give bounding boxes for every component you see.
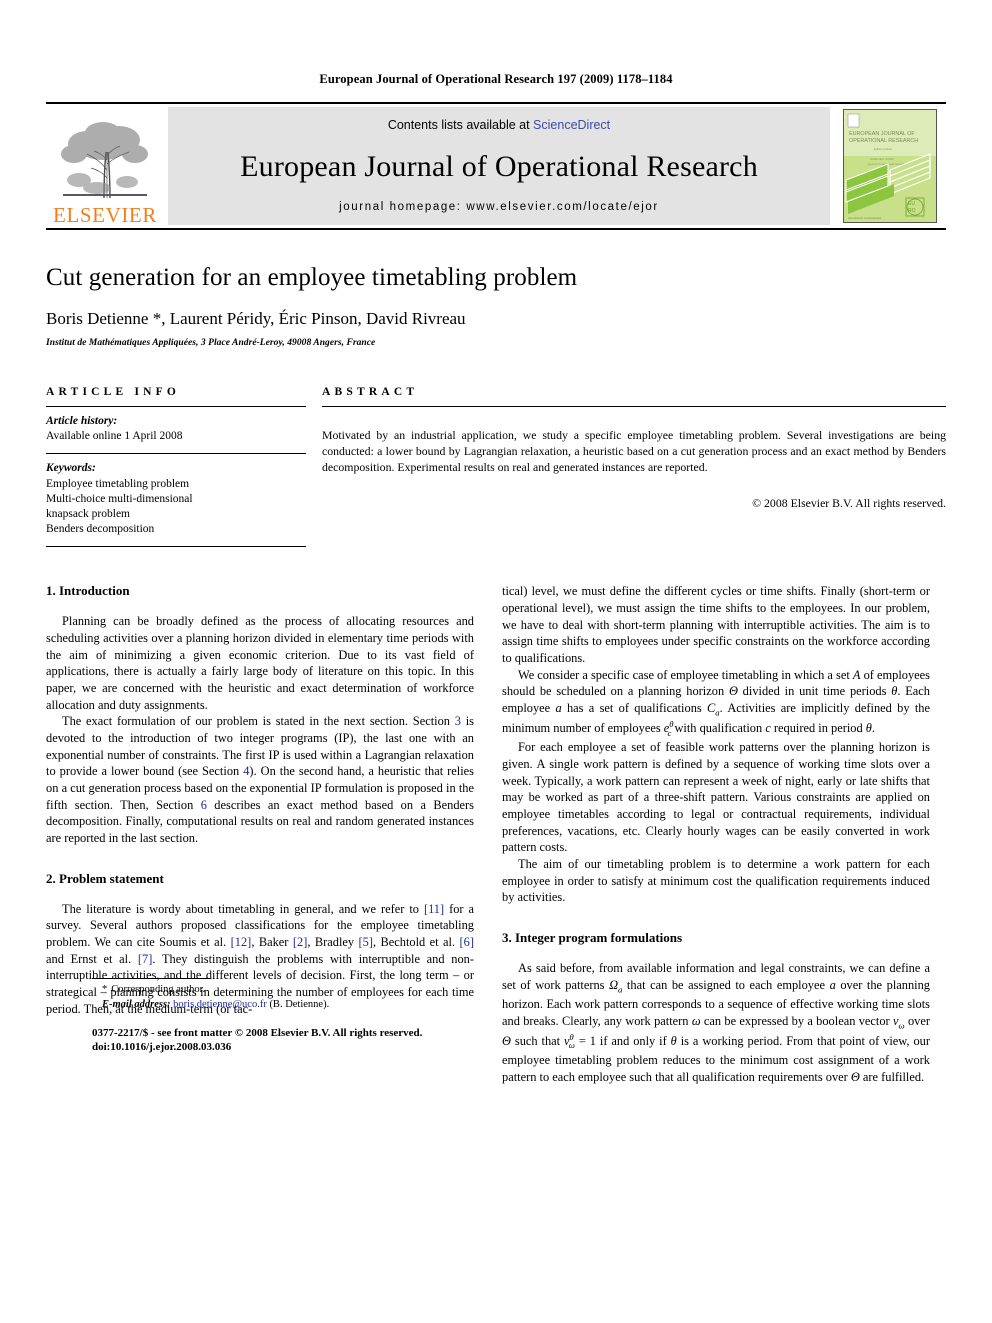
elsevier-tree-icon	[61, 122, 148, 199]
masthead-band: Contents lists available at ScienceDirec…	[168, 107, 830, 225]
abstract-column: ABSTRACT Motivated by an industrial appl…	[306, 386, 946, 547]
right-paragraph-4: The aim of our timetabling problem is to…	[502, 857, 930, 905]
svg-text:Editor-in-Chief: Editor-in-Chief	[874, 147, 892, 151]
sciencedirect-link[interactable]: ScienceDirect	[533, 118, 610, 132]
right-p2-part-e: has a set of qualifications	[561, 700, 708, 715]
article-page: European Journal of Operational Research…	[0, 0, 992, 1323]
author-list: Boris Detienne *, Laurent Péridy, Éric P…	[46, 309, 466, 328]
intro-paragraph-1: Planning can be broadly defined as the p…	[46, 614, 474, 712]
divider-abstract-top	[322, 406, 946, 407]
cover-frame: EUROPEAN JOURNAL OF OPERATIONAL RESEARCH…	[843, 109, 937, 223]
problem-p1-part-f: and Ernst et al.	[46, 951, 138, 966]
right-p5-part-d: can be expressed by a boolean vector	[700, 1013, 894, 1028]
right-paragraph-2: We consider a specific case of employee …	[502, 667, 930, 740]
abstract-heading: ABSTRACT	[322, 386, 419, 398]
cover-artwork-icon: EUROPEAN JOURNAL OF OPERATIONAL RESEARCH…	[844, 110, 936, 222]
issn-copyright-block: 0377-2217/$ - see front matter © 2008 El…	[92, 1026, 520, 1056]
corresponding-author-line: * Corresponding author.	[92, 983, 520, 998]
math-horizon-Theta: Θ	[728, 684, 738, 699]
title-block: Cut generation for an employee timetabli…	[46, 230, 946, 348]
article-history-label: Article history:	[46, 415, 118, 427]
page-title: Cut generation for an employee timetabli…	[46, 264, 578, 291]
problem-p1-part-d: , Bradley	[307, 934, 359, 949]
running-head: European Journal of Operational Research…	[319, 72, 673, 86]
math-patternset-Omega: Ω	[609, 977, 619, 992]
right-p5-part-b: that can be assigned to each employee	[622, 977, 830, 992]
svg-text:EU: EU	[908, 201, 915, 207]
info-abstract-row: ARTICLE INFO Article history: Available …	[46, 386, 946, 548]
elsevier-wordmark: ELSEVIER	[53, 203, 157, 227]
abstract-text: Motivated by an industrial application, …	[322, 427, 946, 474]
intro-paragraph-2: The exact formulation of our problem is …	[46, 713, 474, 846]
svg-text:www.elsevier.com/locate/ejor: www.elsevier.com/locate/ejor	[848, 216, 881, 220]
abstract-copyright: © 2008 Elsevier B.V. All rights reserved…	[752, 495, 946, 510]
right-p2-part-c: divided in unit time periods	[737, 684, 892, 699]
email-suffix: (B. Detienne).	[269, 998, 330, 1010]
right-paragraph-1: tical) level, we must define the differe…	[502, 584, 930, 665]
right-paragraph-3: For each employee a set of feasible work…	[502, 740, 930, 855]
intro-p2-part-a: The exact formulation of our problem is …	[62, 714, 455, 729]
svg-text:ELSEVIER / EURO: ELSEVIER / EURO	[870, 157, 895, 161]
doi-line[interactable]: doi:10.1016/j.ejor.2008.03.036	[92, 1040, 520, 1055]
section-heading-introduction: 1. Introduction	[46, 583, 130, 599]
keyword-item: Employee timetabling problem	[46, 477, 190, 490]
journal-title: European Journal of Operational Research	[240, 149, 758, 183]
right-p5-part-i: are fulfilled.	[859, 1069, 925, 1084]
citation-ref-7[interactable]: [7]	[138, 952, 152, 966]
contents-available-line: Contents lists available at ScienceDirec…	[388, 118, 610, 132]
journal-cover-thumbnail: EUROPEAN JOURNAL OF OPERATIONAL RESEARCH…	[834, 104, 946, 228]
email-label: E-mail address:	[102, 998, 171, 1010]
problem-p1-part-e: , Bechtold et al.	[372, 934, 460, 949]
svg-text:OPERATIONAL RESEARCH: OPERATIONAL RESEARCH	[849, 138, 918, 144]
right-p2-part-i: .	[871, 721, 875, 736]
math-horizon-Theta-3: Θ	[850, 1069, 860, 1084]
section-heading-problem-statement: 2. Problem statement	[46, 870, 164, 886]
corresponding-author-text: Corresponding author.	[111, 984, 206, 996]
citation-ref-2[interactable]: [2]	[293, 935, 307, 949]
left-column: 1. Introduction Planning can be broadly …	[46, 583, 474, 1085]
right-paragraph-5: As said before, from available informati…	[502, 960, 930, 1085]
problem-p1-part-c: , Baker	[251, 934, 293, 949]
issn-line: 0377-2217/$ - see front matter © 2008 El…	[92, 1026, 423, 1039]
email-link[interactable]: boris.detienne@uco.fr	[173, 999, 267, 1010]
email-line: E-mail address: boris.detienne@uco.fr (B…	[92, 998, 520, 1013]
section-heading-integer-program-formulations: 3. Integer program formulations	[502, 930, 683, 946]
citation-ref-12[interactable]: [12]	[231, 935, 252, 949]
svg-text:RO: RO	[908, 208, 916, 214]
article-info-column: ARTICLE INFO Article history: Available …	[46, 386, 306, 548]
problem-p1-part-a: The literature is wordy about timetablin…	[62, 901, 424, 916]
right-p2-part-g: with qualification	[671, 721, 766, 736]
svg-text:EUROPEAN JOURNAL OF: EUROPEAN JOURNAL OF	[849, 131, 915, 137]
right-p2-part-a: We consider a specific case of employee …	[518, 667, 853, 682]
keywords-group: Keywords: Employee timetabling problem M…	[46, 454, 306, 546]
article-history-group: Article history: Available online 1 Apri…	[46, 407, 306, 453]
math-pattern-omega: ω	[691, 1013, 701, 1028]
contents-prefix: Contents lists available at	[387, 118, 534, 132]
affiliation: Institut de Mathématiques Appliquées, 3 …	[46, 338, 376, 348]
right-p5-part-f: such that	[510, 1033, 565, 1048]
article-history-value: Available online 1 April 2008	[46, 430, 183, 443]
right-p5-part-e: over	[904, 1013, 930, 1028]
keyword-item: knapsack problem	[46, 507, 130, 520]
journal-homepage-link[interactable]: journal homepage: www.elsevier.com/locat…	[339, 201, 659, 213]
keywords-label: Keywords:	[46, 462, 96, 475]
journal-masthead: ELSEVIER Contents lists available at Sci…	[46, 102, 946, 230]
citation-ref-11[interactable]: [11]	[424, 902, 444, 916]
keyword-item: Benders decomposition	[46, 523, 155, 536]
keyword-item: Multi-choice multi-dimensional	[46, 492, 193, 505]
math-horizon-Theta-2: Θ	[502, 1033, 511, 1048]
article-info-heading: ARTICLE INFO	[46, 386, 181, 398]
citation-ref-5[interactable]: [5]	[359, 935, 373, 949]
right-p2-part-h: required in period	[770, 721, 866, 736]
divider-info-bottom	[46, 546, 306, 548]
elsevier-logo: ELSEVIER	[46, 104, 164, 228]
citation-ref-6[interactable]: [6]	[460, 935, 474, 949]
corresponding-author-marker: *	[102, 984, 108, 996]
right-column: tical) level, we must define the differe…	[502, 583, 930, 1085]
main-text-columns: 1. Introduction Planning can be broadly …	[46, 583, 946, 1085]
right-p5-part-g: = 1 if and only if	[574, 1033, 671, 1048]
footnote-divider	[92, 978, 210, 980]
footnote-block: * Corresponding author. E-mail address: b…	[92, 978, 520, 1055]
